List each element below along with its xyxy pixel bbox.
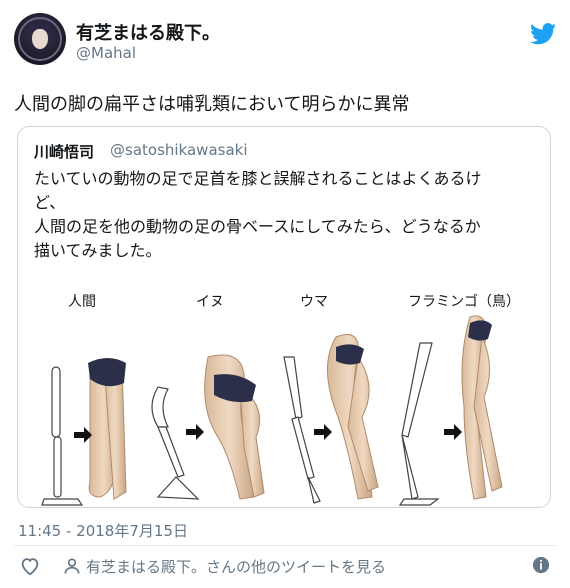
info-icon[interactable] [532, 556, 550, 574]
quoted-illustration[interactable]: 人間 イヌ ウマ フラミンゴ（鳥） [18, 287, 550, 507]
quoted-tweet[interactable]: 川崎悟司 @satoshikawasaki たいていの動物の足で足首を膝と誤解さ… [17, 126, 551, 508]
arrow-right-icon [186, 424, 204, 440]
tweet-header: 有芝まはる殿下。 @Mahal [14, 13, 556, 69]
flamingo-skeleton [398, 342, 440, 506]
divider [14, 545, 556, 546]
quoted-text-line: ど、 [34, 193, 66, 212]
flamingo-leg [461, 315, 503, 500]
avatar[interactable] [14, 13, 66, 65]
heart-icon[interactable] [19, 555, 41, 577]
person-icon [64, 558, 80, 574]
tweet-text: 人間の脚の扁平さは哺乳類において明らかに異常 [14, 94, 410, 115]
legs-drawing [41, 315, 503, 506]
dog-leg [204, 354, 265, 500]
twitter-bird-icon[interactable] [530, 23, 556, 45]
tweet-timestamp[interactable]: 11:45 - 2018年7月15日 [18, 520, 188, 541]
quoted-author-handle: @satoshikawasaki [110, 141, 248, 159]
dog-skeleton [151, 386, 200, 500]
more-tweets-link[interactable]: 有芝まはる殿下。さんの他のツイートを見る [86, 556, 386, 577]
arrow-right-icon [74, 427, 92, 443]
human-leg [88, 358, 127, 500]
quoted-text: たいていの動物の足で足首を膝と誤解されることはよくあるけ ど、 人間の足を他の動… [34, 167, 534, 263]
quoted-author-name: 川崎悟司 [34, 143, 95, 161]
quoted-text-line: たいていの動物の足で足首を膝と誤解されることはよくあるけ [34, 169, 482, 188]
arrow-right-icon [444, 424, 462, 440]
quoted-text-line: 描いてみました。 [34, 241, 162, 260]
horse-leg [327, 334, 379, 500]
author-handle[interactable]: @Mahal [76, 44, 136, 62]
quoted-text-line: 人間の足を他の動物の足の骨ベースにしてみたら、どうなるか [34, 217, 481, 236]
arrow-right-icon [314, 424, 332, 440]
author-display-name[interactable]: 有芝まはる殿下。 [76, 19, 220, 45]
tweet-actions: 有芝まはる殿下。さんの他のツイートを見る [14, 552, 556, 582]
